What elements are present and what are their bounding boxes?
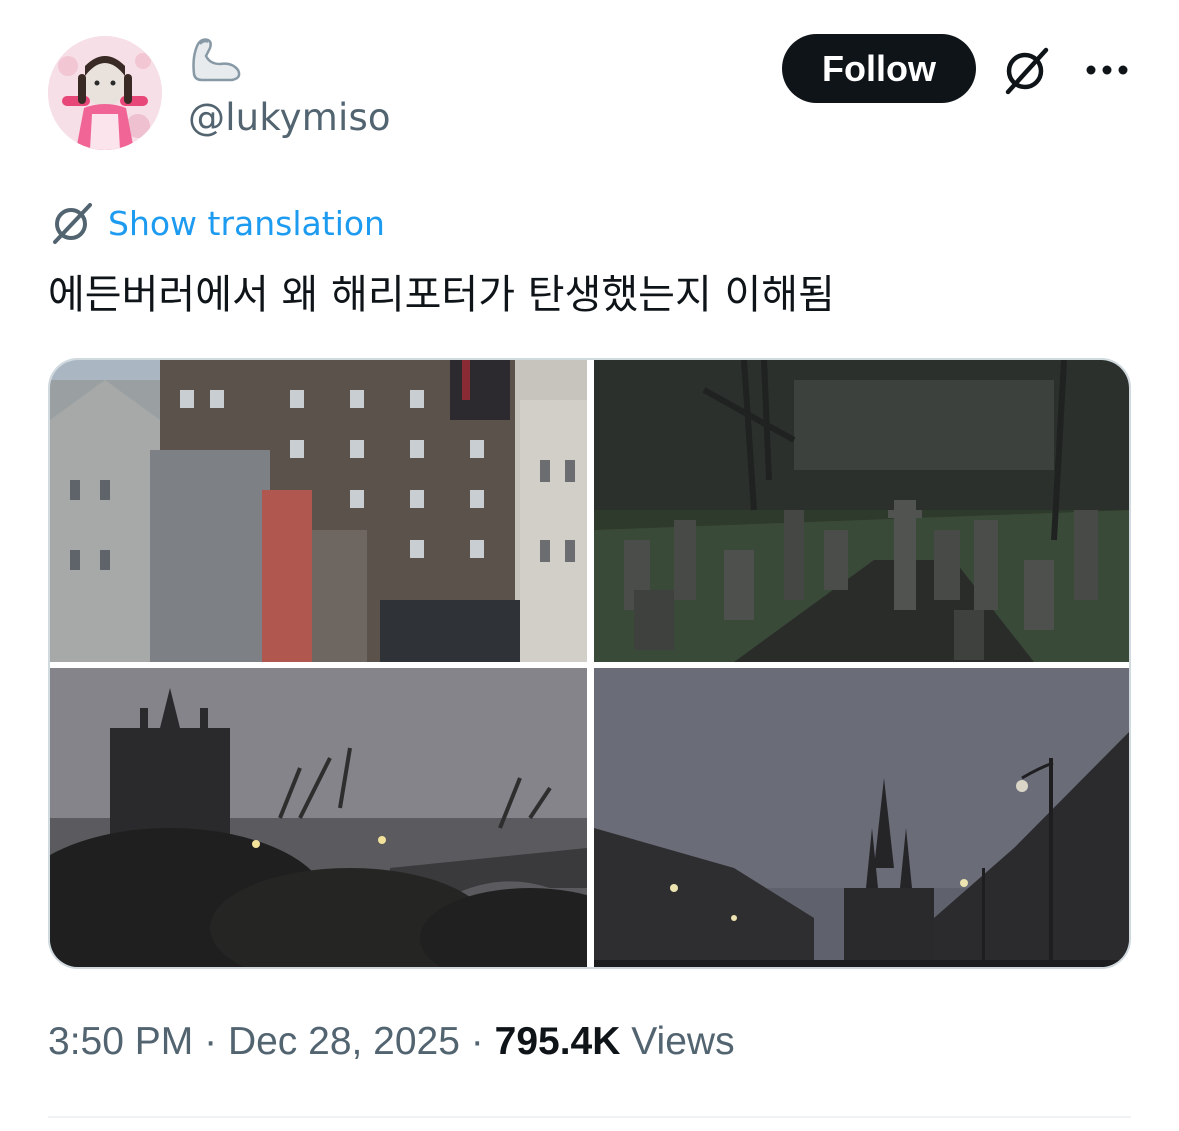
grok-icon[interactable]: [998, 42, 1054, 98]
meta-separator: ·: [204, 1020, 218, 1063]
author-handle[interactable]: @lukymiso: [188, 96, 391, 139]
tweet-meta: 3:50 PM · Dec 28, 2025 · 795.4K Views: [48, 1020, 735, 1064]
photo-street-spire[interactable]: [594, 668, 1129, 967]
meta-separator: ·: [470, 1020, 484, 1063]
views-count: 795.4K: [494, 1020, 621, 1063]
avatar[interactable]: [48, 36, 162, 150]
photo-church-bridge[interactable]: [50, 668, 587, 967]
show-translation-link[interactable]: Show translation: [48, 200, 385, 246]
grok-translate-icon: [53, 203, 92, 244]
tweet-text: 에든버러에서 왜 해리포터가 탄생했는지 이해됨: [48, 272, 835, 318]
views-label: Views: [631, 1020, 735, 1063]
more-options-icon[interactable]: [1084, 60, 1130, 80]
tweet-date[interactable]: Dec 28, 2025: [228, 1020, 460, 1063]
profile-avatar-image: [48, 36, 162, 150]
divider: [48, 1116, 1131, 1118]
photo-graveyard[interactable]: [594, 360, 1129, 662]
photo-old-town-buildings[interactable]: [50, 360, 587, 662]
media-grid: [48, 358, 1131, 969]
show-translation-label: Show translation: [108, 203, 385, 243]
follow-button[interactable]: Follow: [782, 34, 976, 103]
tweet-time[interactable]: 3:50 PM: [48, 1020, 193, 1063]
flexed-arm-emoji: [192, 38, 241, 82]
